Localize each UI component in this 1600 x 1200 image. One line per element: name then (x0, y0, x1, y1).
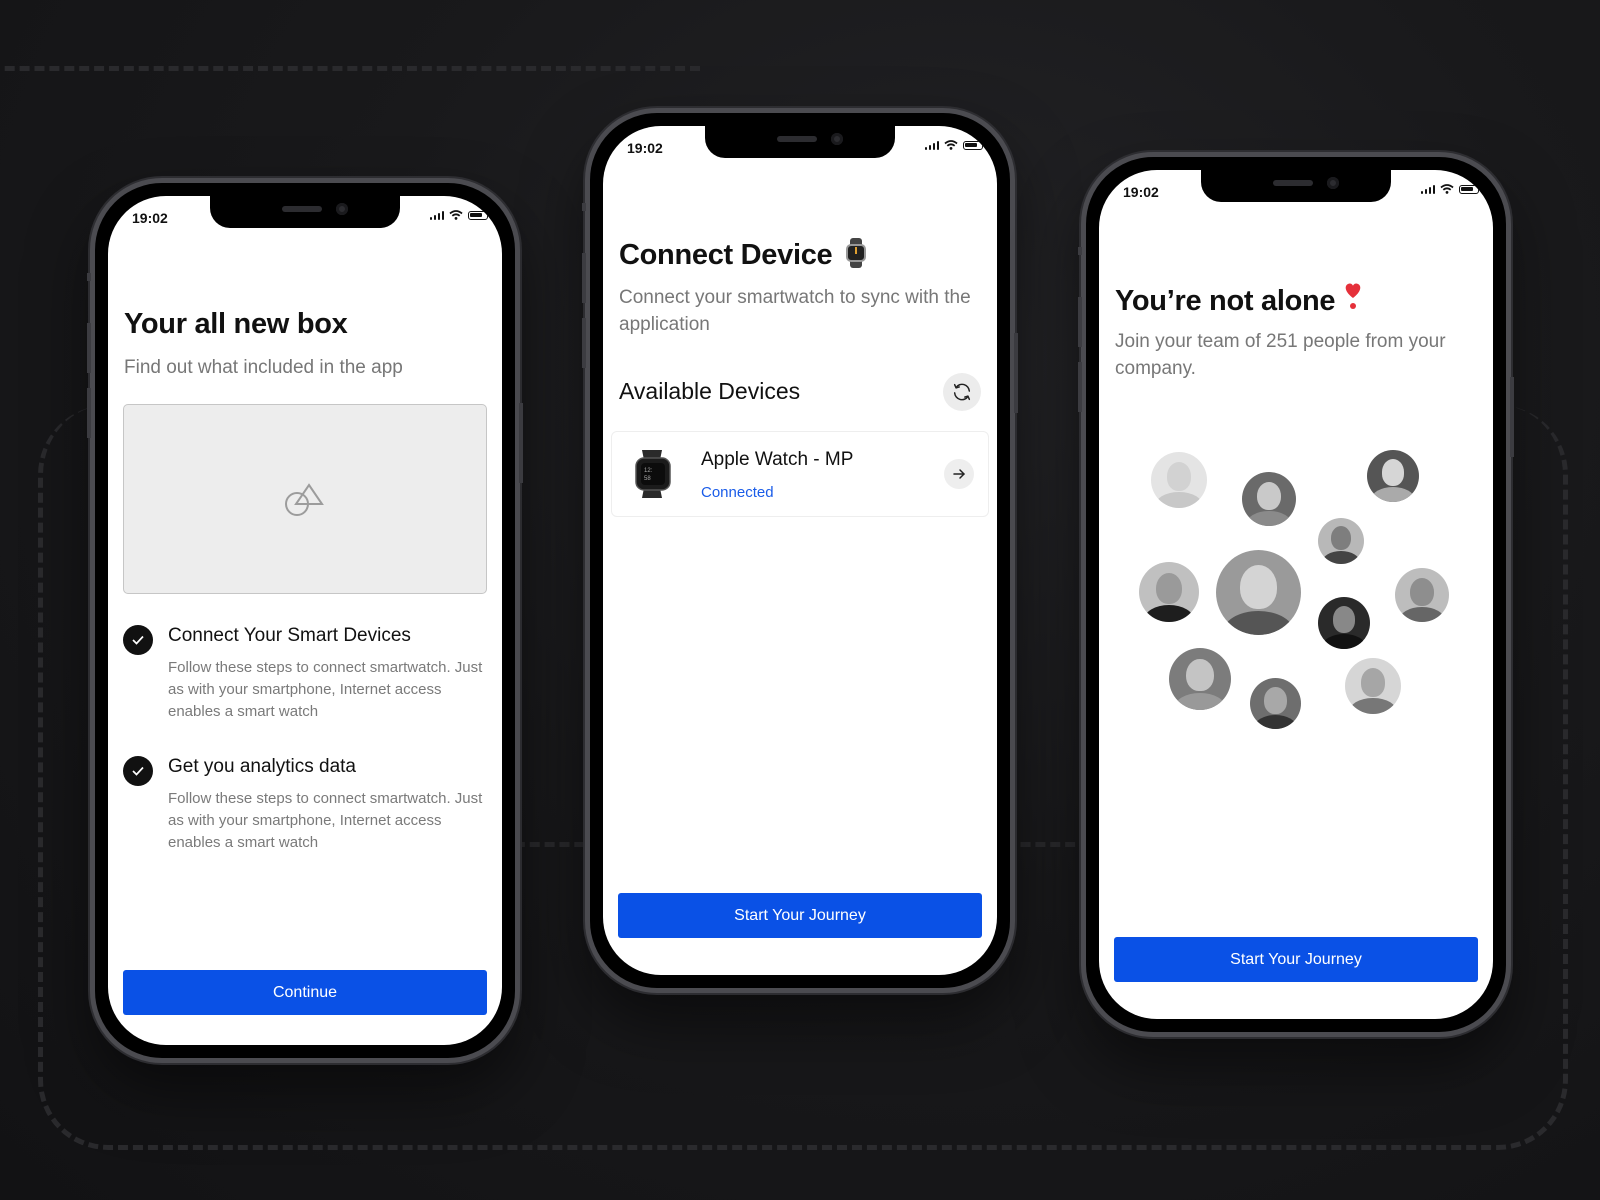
svg-text:12:: 12: (644, 468, 653, 474)
team-avatars-cluster (1099, 170, 1493, 1019)
image-placeholder (123, 404, 487, 594)
avatar (1242, 472, 1296, 526)
avatar (1345, 658, 1401, 714)
avatar (1395, 568, 1449, 622)
start-journey-button[interactable]: Start Your Journey (1114, 937, 1478, 982)
feature-item: Connect Your Smart Devices Follow these … (123, 623, 487, 733)
phone-connect-device: 19:02 Connect Device Connect your smartw… (582, 108, 1018, 993)
device-name: Apple Watch - MP (701, 449, 854, 470)
device-open-button[interactable] (944, 459, 974, 489)
refresh-button[interactable] (943, 373, 981, 411)
screen: 19:02 Your all new box Find out what inc… (108, 196, 502, 1045)
status-time: 19:02 (627, 140, 663, 156)
avatar (1151, 452, 1207, 508)
avatar (1250, 678, 1301, 729)
page-title: Your all new box (124, 308, 348, 340)
wifi-icon (449, 210, 463, 220)
arrow-right-icon (953, 469, 965, 479)
avatar (1169, 648, 1231, 710)
page-title: Connect Device (619, 238, 867, 272)
wifi-icon (944, 140, 958, 150)
feature-title: Connect Your Smart Devices (168, 625, 411, 646)
avatar (1318, 597, 1370, 649)
notch (210, 196, 400, 228)
start-journey-button[interactable]: Start Your Journey (618, 893, 982, 938)
battery-icon (963, 140, 986, 150)
feature-description: Follow these steps to connect smartwatch… (168, 790, 483, 851)
svg-text:58: 58 (644, 476, 651, 482)
signal-icon (429, 210, 444, 220)
feature-title: Get you analytics data (168, 756, 356, 777)
phone-onboarding-box: 19:02 Your all new box Find out what inc… (87, 178, 523, 1063)
section-title: Available Devices (619, 378, 801, 404)
background-dashed-line (0, 66, 700, 71)
check-circle-icon (123, 625, 153, 655)
watch-emoji-icon (846, 238, 867, 268)
feature-item: Get you analytics data Follow these step… (123, 754, 487, 864)
battery-icon (468, 210, 491, 220)
avatar (1367, 450, 1419, 502)
status-icons (429, 210, 491, 220)
check-circle-icon (123, 756, 153, 786)
screen: 19:02 Connect Device Connect your smartw… (603, 126, 997, 975)
status-icons (924, 140, 986, 150)
avatar (1216, 550, 1301, 635)
page-subtitle: Find out what included in the app (124, 357, 403, 378)
continue-button[interactable]: Continue (123, 970, 487, 1015)
device-status: Connected (701, 484, 774, 501)
avatar (1318, 518, 1364, 564)
notch (705, 126, 895, 158)
device-list-item[interactable]: 12: 58 Apple Watch - MP Connected (611, 431, 989, 517)
smartwatch-image: 12: 58 (628, 448, 678, 500)
status-time: 19:02 (132, 210, 168, 226)
screen: 19:02 You’re not alone Join your team of… (1099, 170, 1493, 1019)
shapes-icon (285, 483, 324, 516)
feature-description: Follow these steps to connect smartwatch… (168, 659, 483, 720)
refresh-icon (953, 383, 971, 401)
avatar (1139, 562, 1199, 622)
page-title-text: Connect Device (619, 239, 833, 271)
phone-team: 19:02 You’re not alone Join your team of… (1078, 152, 1514, 1037)
signal-icon (924, 140, 939, 150)
page-subtitle: Connect your smartwatch to sync with the… (619, 287, 971, 335)
